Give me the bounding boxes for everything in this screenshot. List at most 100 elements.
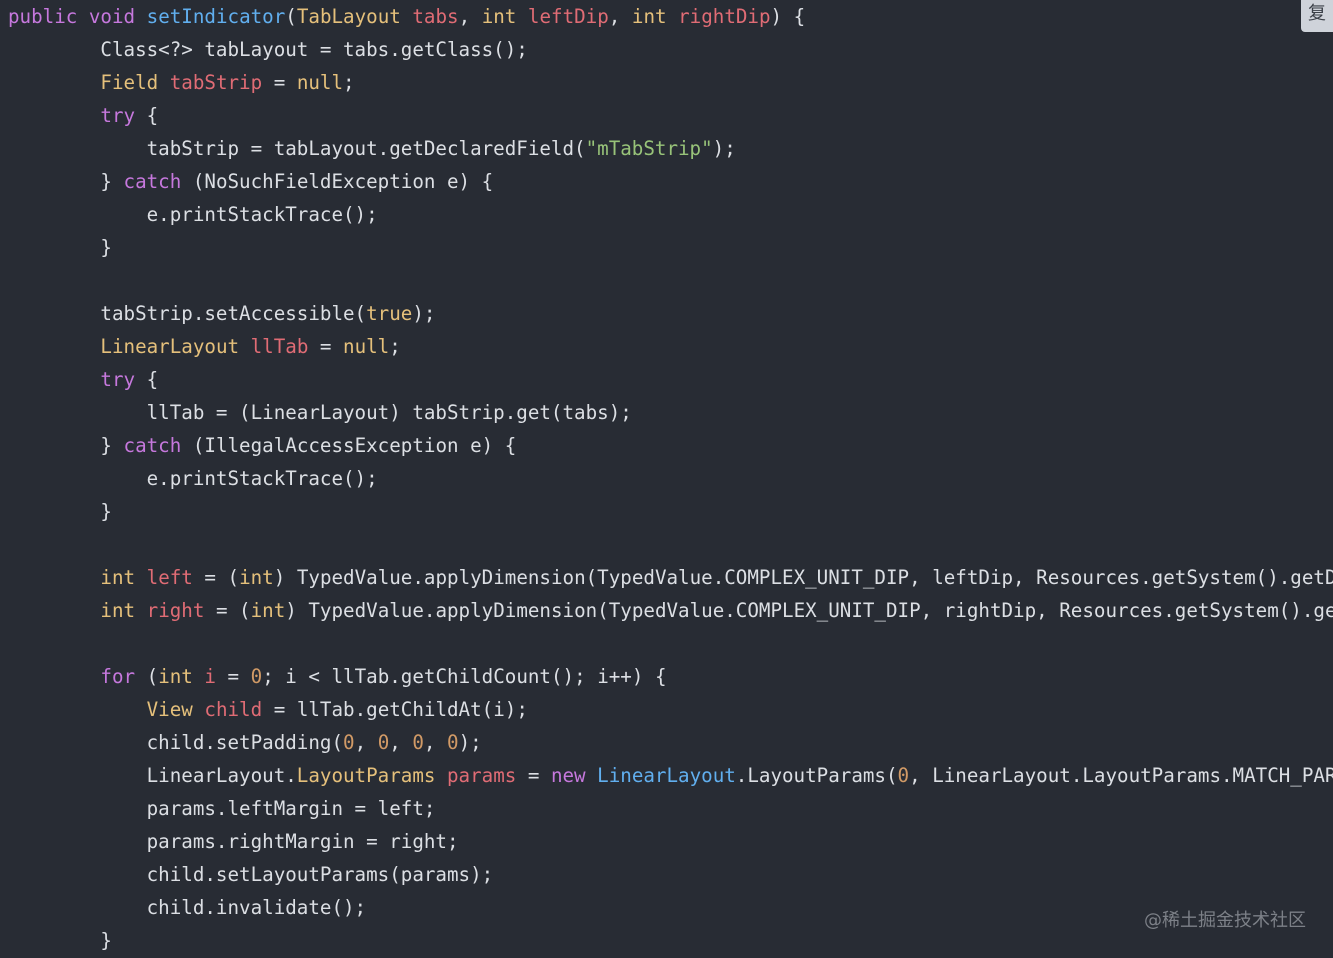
code-token: }: [8, 929, 112, 952]
code-line: }: [8, 495, 1333, 528]
code-line: Class<?> tabLayout = tabs.getClass();: [8, 33, 1333, 66]
code-token: = (: [192, 566, 240, 589]
number-token: 0: [377, 731, 390, 754]
code-token: =: [516, 764, 551, 787]
variable-token: tabs: [412, 5, 459, 28]
code-line: Field tabStrip = null;: [8, 66, 1333, 99]
type-token: null: [343, 335, 390, 358]
code-token: ,: [608, 5, 632, 28]
number-token: 0: [250, 665, 263, 688]
code-line: params.leftMargin = left;: [8, 792, 1333, 825]
code-token: );: [712, 137, 736, 160]
type-token: int: [100, 566, 136, 589]
code-line: params.rightMargin = right;: [8, 825, 1333, 858]
code-token: =: [215, 665, 251, 688]
code-line: try {: [8, 99, 1333, 132]
code-token: = (: [204, 599, 251, 622]
type-token: true: [366, 302, 413, 325]
code-line: for (int i = 0; i < llTab.getChildCount(…: [8, 660, 1333, 693]
variable-token: leftDip: [527, 5, 609, 28]
code-token: , LinearLayout.LayoutParams.MATCH_PAR: [909, 764, 1333, 787]
code-token: ) TypedValue.applyDimension(TypedValue.C…: [273, 566, 1333, 589]
code-line: } catch (IllegalAccessException e) {: [8, 429, 1333, 462]
code-token: {: [135, 368, 159, 391]
code-token: ;: [343, 71, 355, 94]
code-token: ) TypedValue.applyDimension(TypedValue.C…: [285, 599, 1333, 622]
function-token: setIndicator: [146, 5, 286, 28]
type-token: View: [146, 698, 193, 721]
code-token: params.leftMargin = left;: [8, 797, 436, 820]
code-token: ;: [389, 335, 401, 358]
code-line: child.setLayoutParams(params);: [8, 858, 1333, 891]
number-token: 0: [412, 731, 424, 754]
code-line: }: [8, 924, 1333, 957]
type-token: Field: [100, 71, 159, 94]
variable-token: i: [204, 665, 216, 688]
number-token: 0: [447, 731, 459, 754]
code-token: ,: [458, 5, 482, 28]
code-token: llTab = (LinearLayout) tabStrip.get(tabs…: [8, 401, 632, 424]
code-token: );: [412, 302, 436, 325]
code-line: tabStrip = tabLayout.getDeclaredField("m…: [8, 132, 1333, 165]
code-line: try {: [8, 363, 1333, 396]
code-token: {: [135, 104, 159, 127]
code-token: e.printStackTrace();: [8, 467, 378, 490]
code-token: .LayoutParams(: [735, 764, 898, 787]
keyword-token: for: [100, 665, 136, 688]
code-line: int left = (int) TypedValue.applyDimensi…: [8, 561, 1333, 594]
type-token: int: [481, 5, 517, 28]
code-line: int right = (int) TypedValue.applyDimens…: [8, 594, 1333, 627]
code-text: public void setIndicator(TabLayout tabs,…: [8, 0, 1333, 957]
code-token: child.invalidate();: [8, 896, 367, 919]
code-block: public void setIndicator(TabLayout tabs,…: [0, 0, 1333, 958]
code-token: }: [8, 170, 124, 193]
code-token: }: [8, 434, 124, 457]
code-token: child.setLayoutParams(params);: [8, 863, 494, 886]
code-token: e.printStackTrace();: [8, 203, 378, 226]
type-token: int: [631, 5, 667, 28]
code-token: params.rightMargin = right;: [8, 830, 459, 853]
type-token: int: [158, 665, 193, 688]
type-token: null: [296, 71, 344, 94]
code-token: tabStrip = tabLayout.getDeclaredField(: [8, 137, 586, 160]
code-token: Class<?> tabLayout = tabs.getClass();: [8, 38, 528, 61]
keyword-token: public: [8, 5, 78, 28]
code-token: );: [458, 731, 482, 754]
variable-token: left: [146, 566, 193, 589]
variable-token: child: [204, 698, 263, 721]
watermark: @稀土掘金技术社区: [1144, 910, 1306, 931]
code-token: ) {: [770, 5, 806, 28]
type-token: TabLayout: [296, 5, 401, 28]
variable-token: tabStrip: [169, 71, 263, 94]
code-line: child.invalidate();: [8, 891, 1333, 924]
code-line: llTab = (LinearLayout) tabStrip.get(tabs…: [8, 396, 1333, 429]
code-token: ,: [354, 731, 378, 754]
keyword-token: try: [100, 368, 136, 391]
code-line: LinearLayout llTab = null;: [8, 330, 1333, 363]
copy-button[interactable]: 复: [1301, 0, 1333, 32]
string-token: "mTabStrip": [585, 137, 713, 160]
code-line: } catch (NoSuchFieldException e) {: [8, 165, 1333, 198]
code-token: (: [285, 5, 297, 28]
type-token: int: [100, 599, 136, 622]
type-token: LayoutParams: [296, 764, 436, 787]
code-line: public void setIndicator(TabLayout tabs,…: [8, 0, 1333, 33]
code-line: LinearLayout.LayoutParams params = new L…: [8, 759, 1333, 792]
variable-token: params: [446, 764, 517, 787]
code-token: =: [262, 71, 297, 94]
